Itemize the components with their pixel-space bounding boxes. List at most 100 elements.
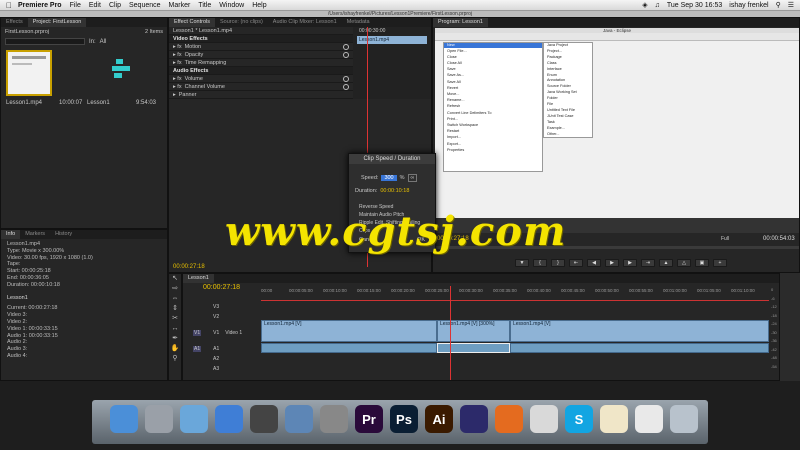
effect-row-volume[interactable]: ▸ fx Volume <box>169 75 353 83</box>
audio-clip-1[interactable] <box>261 343 437 353</box>
menu-marker[interactable]: Marker <box>169 2 191 9</box>
tab-source[interactable]: Source: (no clips) <box>215 18 268 27</box>
submenu-item[interactable]: Other... <box>544 132 592 138</box>
step-forward-button[interactable]: ▶ <box>623 259 637 267</box>
timeline-playhead[interactable] <box>450 286 451 380</box>
volume-icon[interactable]: ♫ <box>655 2 660 9</box>
firefox-icon[interactable] <box>495 405 523 433</box>
razor-icon[interactable]: ✂ <box>169 314 181 324</box>
preview-icon[interactable] <box>285 405 313 433</box>
tab-markers[interactable]: Markers <box>20 230 50 239</box>
selection-tool-icon[interactable]: ↖ <box>169 274 181 284</box>
add-marker-button[interactable]: ▼ <box>515 259 529 267</box>
rolling-edit-icon[interactable]: ⇕ <box>169 304 181 314</box>
menu-edit[interactable]: Edit <box>89 2 101 9</box>
lift-button[interactable]: ▲ <box>659 259 673 267</box>
mail-icon[interactable] <box>180 405 208 433</box>
effect-row-time-remapping[interactable]: ▸ fx Time Remapping <box>169 59 353 67</box>
reset-icon[interactable] <box>343 51 349 58</box>
export-frame-button[interactable]: ▣ <box>695 259 709 267</box>
timeline-clip-3[interactable]: Lesson1.mp4 [V] <box>510 320 769 342</box>
hand-icon[interactable]: ✋ <box>169 344 181 354</box>
itunes-icon[interactable] <box>215 405 243 433</box>
time-ruler[interactable]: 00:00 00:00:05:00 00:00:10:00 00:00:15:0… <box>261 286 769 300</box>
apple-icon[interactable]:  <box>0 1 18 10</box>
menu-item[interactable]: Properties <box>444 147 542 153</box>
effect-row-opacity[interactable]: ▸ fx Opacity <box>169 51 353 59</box>
reset-icon[interactable] <box>343 43 349 50</box>
track-header-v3[interactable]: V3 <box>193 302 259 312</box>
track-header-a3[interactable]: A3 <box>193 364 259 374</box>
ripple-edit-icon[interactable]: ⇔ <box>169 294 181 304</box>
sequence-icon[interactable] <box>106 56 136 86</box>
step-back-button[interactable]: ◀ <box>587 259 601 267</box>
reset-icon[interactable] <box>343 75 349 82</box>
menu-help[interactable]: Help <box>252 2 266 9</box>
tab-audio-mixer[interactable]: Audio Clip Mixer: Lesson1 <box>268 18 342 27</box>
tab-sequence[interactable]: Lesson1 <box>183 274 214 283</box>
tab-metadata[interactable]: Metadata <box>342 18 375 27</box>
tab-info[interactable]: Info <box>1 230 21 239</box>
timeline-clip-2[interactable]: Lesson1.mp4 [V] [300%] <box>437 320 510 342</box>
illustrator-icon[interactable]: Ai <box>425 405 453 433</box>
wifi-icon[interactable]: ◈ <box>642 1 647 9</box>
clip-selector[interactable]: Lesson1 * Lesson1.mp4 <box>169 27 353 35</box>
clip-thumbnail[interactable] <box>6 50 52 96</box>
list-icon[interactable]: ☰ <box>788 1 794 9</box>
system-prefs-icon[interactable] <box>320 405 348 433</box>
track-header-v2[interactable]: V2 <box>193 312 259 322</box>
photoshop-icon[interactable]: Ps <box>390 405 418 433</box>
clock[interactable]: Tue Sep 30 16:53 <box>667 2 722 9</box>
go-to-out-button[interactable]: ⇥ <box>641 259 655 267</box>
menu-sequence[interactable]: Sequence <box>129 2 161 9</box>
timeline-clip-1[interactable]: Lesson1.mp4 [V] <box>261 320 437 342</box>
pen-icon[interactable]: ✒ <box>169 334 181 344</box>
effect-row-panner[interactable]: ▸ Panner <box>169 91 353 99</box>
program-video-frame[interactable]: Java - Eclipse New Open File... Close Cl… <box>435 28 799 233</box>
zoom-icon[interactable]: ⚲ <box>169 354 181 364</box>
slip-icon[interactable]: ↔ <box>169 324 181 334</box>
effect-row-motion[interactable]: ▸ fx Motion <box>169 43 353 51</box>
reset-icon[interactable] <box>343 83 349 90</box>
user-name[interactable]: ishay frenkel <box>729 2 768 9</box>
trash-icon[interactable] <box>670 405 698 433</box>
project-search-input[interactable] <box>5 38 85 45</box>
effect-row-channel-volume[interactable]: ▸ fx Channel Volume <box>169 83 353 91</box>
in-select[interactable]: All <box>100 39 107 45</box>
finder-icon[interactable] <box>110 405 138 433</box>
rocket-icon[interactable] <box>145 405 173 433</box>
extract-button[interactable]: △ <box>677 259 691 267</box>
fit-select[interactable]: Full <box>721 236 729 242</box>
notes-icon[interactable] <box>635 405 663 433</box>
app-name[interactable]: Premiere Pro <box>18 2 62 9</box>
go-to-in-button[interactable]: ⇤ <box>569 259 583 267</box>
track-select-icon[interactable]: ⇨ <box>169 284 181 294</box>
track-header-a1[interactable]: A1 A1 <box>193 344 259 354</box>
premiere-icon[interactable]: Pr <box>355 405 383 433</box>
duration-input[interactable]: 00:00:10:18 <box>380 188 409 194</box>
search-icon[interactable]: ⚲ <box>776 1 781 9</box>
tab-project[interactable]: Project: FirstLesson <box>27 18 87 27</box>
add-button[interactable]: + <box>713 259 727 267</box>
menu-window[interactable]: Window <box>219 2 244 9</box>
tab-effect-controls[interactable]: Effect Controls <box>169 18 215 27</box>
chrome-icon[interactable] <box>530 405 558 433</box>
link-icon[interactable]: ∞ <box>407 174 418 182</box>
tab-history[interactable]: History <box>50 230 77 239</box>
textedit-icon[interactable] <box>600 405 628 433</box>
mark-out-button[interactable]: } <box>551 259 565 267</box>
track-header-v1[interactable]: V1 V1 Video 1 <box>193 322 259 344</box>
eclipse-icon[interactable] <box>460 405 488 433</box>
track-header-a2[interactable]: A2 <box>193 354 259 364</box>
eclipse-new-submenu[interactable]: Java Project Project... Package Class In… <box>543 42 593 138</box>
eclipse-file-menu[interactable]: New Open File... Close Close All Save Sa… <box>443 42 543 172</box>
audio-clip-2[interactable] <box>437 343 510 353</box>
tab-program[interactable]: Program: Lesson1 <box>433 18 488 27</box>
skype-icon[interactable]: S <box>565 405 593 433</box>
speed-input[interactable]: 300 <box>381 175 397 181</box>
audio-clip-3[interactable] <box>510 343 769 353</box>
menu-title[interactable]: Title <box>198 2 211 9</box>
mark-in-button[interactable]: { <box>533 259 547 267</box>
menu-file[interactable]: File <box>70 2 81 9</box>
play-button[interactable]: ▶ <box>605 259 619 267</box>
